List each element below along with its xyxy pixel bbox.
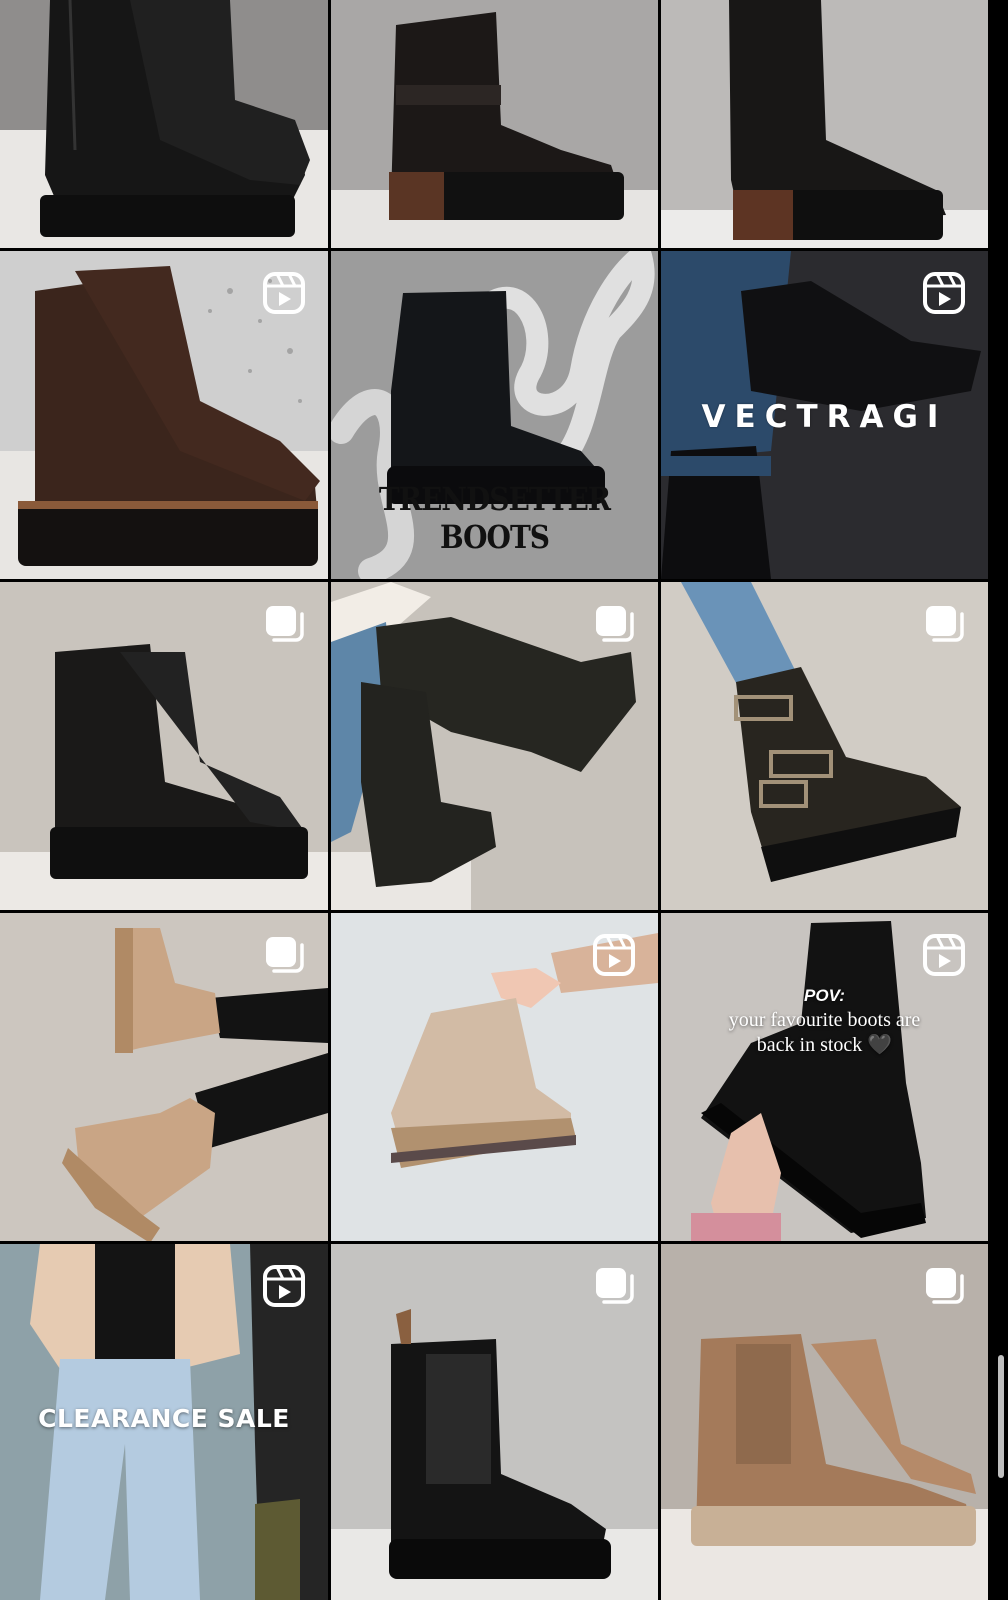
post-thumbnail: [331, 0, 658, 248]
post-tile[interactable]: POV: your favourite boots are back in st…: [661, 913, 988, 1241]
carousel-icon: [262, 602, 306, 646]
post-tile[interactable]: [661, 1244, 988, 1600]
post-tile[interactable]: CLEARANCE SALE: [0, 1244, 328, 1600]
carousel-icon: [262, 933, 306, 977]
post-tile[interactable]: TRENDSETTER BOOTS: [331, 251, 658, 579]
overlay-caption-head: POV:: [804, 986, 845, 1005]
post-tile[interactable]: [0, 0, 328, 248]
reel-icon: [262, 1264, 306, 1308]
post-thumbnail: [661, 0, 988, 248]
reel-icon: [922, 271, 966, 315]
overlay-title: VECTRAGI: [701, 399, 948, 435]
reel-icon: [262, 271, 306, 315]
post-tile[interactable]: [331, 913, 658, 1241]
post-tile[interactable]: [331, 0, 658, 248]
post-tile[interactable]: [331, 582, 658, 910]
post-grid: TRENDSETTER BOOTS VECTRAGI POV: your fav…: [0, 0, 1008, 1600]
post-tile[interactable]: [331, 1244, 658, 1600]
carousel-icon: [922, 602, 966, 646]
reel-icon: [592, 933, 636, 977]
post-tile[interactable]: [661, 0, 988, 248]
carousel-icon: [922, 1264, 966, 1308]
reel-icon: [922, 933, 966, 977]
post-tile[interactable]: [0, 582, 328, 910]
overlay-caption: POV: your favourite boots are back in st…: [661, 983, 988, 1058]
post-tile[interactable]: [0, 251, 328, 579]
carousel-icon: [592, 602, 636, 646]
post-tile[interactable]: VECTRAGI: [661, 251, 988, 579]
post-thumbnail: [0, 0, 328, 248]
overlay-caption-line: your favourite boots are: [728, 1009, 921, 1031]
overlay-title: CLEARANCE SALE: [38, 1404, 290, 1433]
post-tile[interactable]: [661, 582, 988, 910]
post-tile[interactable]: [0, 913, 328, 1241]
overlay-caption-line: back in stock 🖤: [756, 1034, 893, 1056]
overlay-title: TRENDSETTER BOOTS: [378, 480, 611, 556]
scrollbar[interactable]: [998, 1355, 1004, 1478]
carousel-icon: [592, 1264, 636, 1308]
